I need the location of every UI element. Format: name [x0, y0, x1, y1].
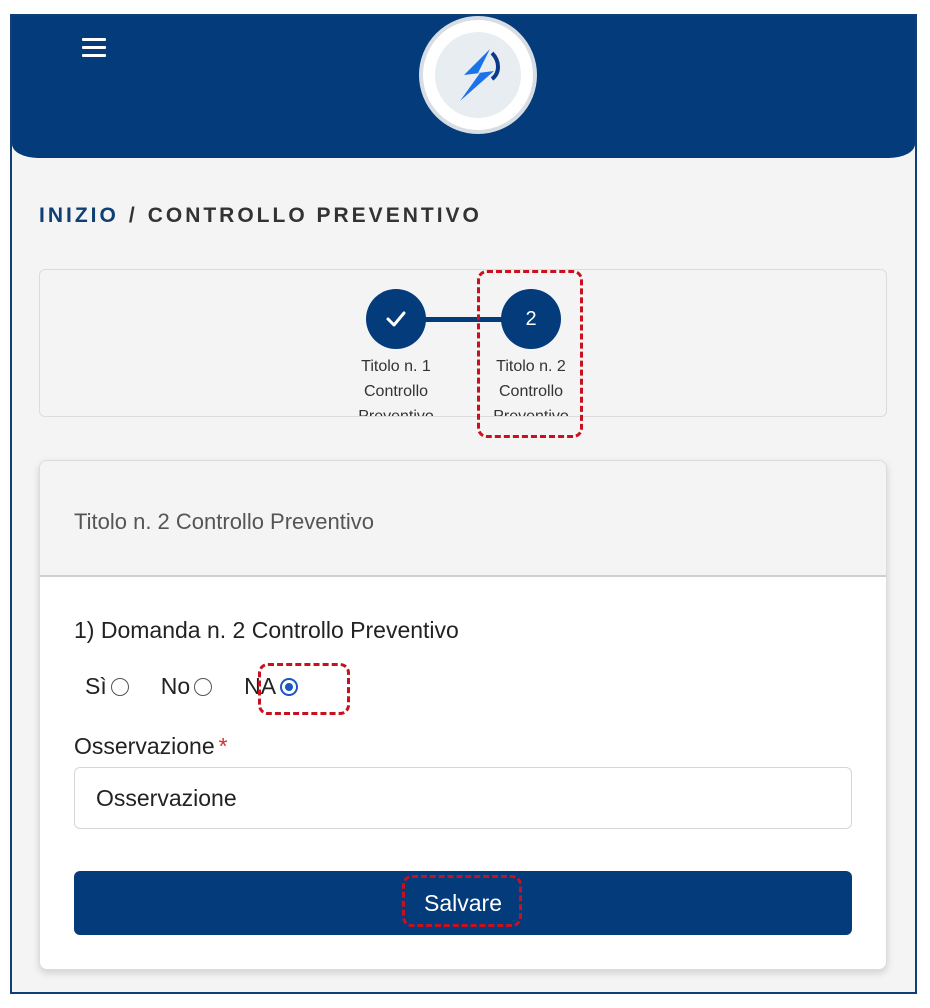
radio-button-na[interactable] [280, 677, 299, 696]
observation-input[interactable] [74, 767, 852, 829]
app-logo-s-icon [435, 32, 521, 118]
top-bar [12, 16, 915, 158]
observation-label: Osservazione * [74, 733, 228, 760]
radio-button-no[interactable] [194, 677, 213, 696]
stepper: Titolo n. 1 Controllo Preventivo 2 Titol… [39, 269, 887, 417]
breadcrumb-home-link[interactable]: INIZIO [39, 204, 119, 227]
card-header: Titolo n. 2 Controllo Preventivo [40, 461, 886, 577]
check-icon [386, 311, 406, 327]
card-title: Titolo n. 2 Controllo Preventivo [74, 509, 374, 534]
hamburger-icon[interactable] [82, 38, 106, 60]
step-1-label: Titolo n. 1 Controllo Preventivo [358, 358, 434, 417]
radio-label-na: NA [244, 673, 277, 699]
required-asterisk: * [218, 733, 228, 759]
radio-label-si: Sì [85, 673, 107, 699]
question-text: 1) Domanda n. 2 Controllo Preventivo [74, 617, 459, 643]
observation-label-text: Osservazione [74, 733, 215, 759]
step-2-circle[interactable]: 2 [501, 289, 561, 349]
breadcrumb-separator: / [128, 204, 138, 227]
save-button[interactable]: Salvare [74, 871, 852, 935]
radio-option-si[interactable]: Sì [85, 673, 129, 700]
radio-option-no[interactable]: No [160, 673, 213, 700]
breadcrumb-current: CONTROLLO PREVENTIVO [147, 204, 482, 227]
question-card: Titolo n. 2 Controllo Preventivo 1) Doma… [39, 460, 887, 970]
radio-label-no: No [160, 673, 191, 699]
radio-option-na[interactable]: NA [244, 673, 299, 700]
app-logo[interactable] [419, 16, 537, 134]
answer-radio-group: Sì No NA [85, 673, 330, 700]
app-frame: INIZIO / CONTROLLO PREVENTIVO Titolo n. 1 … [10, 14, 917, 994]
step-1-circle[interactable] [366, 289, 426, 349]
radio-button-si[interactable] [110, 677, 129, 696]
breadcrumb: INIZIO / CONTROLLO PREVENTIVO [39, 204, 482, 228]
step-2-label: Titolo n. 2 Controllo Preventivo [493, 358, 569, 417]
